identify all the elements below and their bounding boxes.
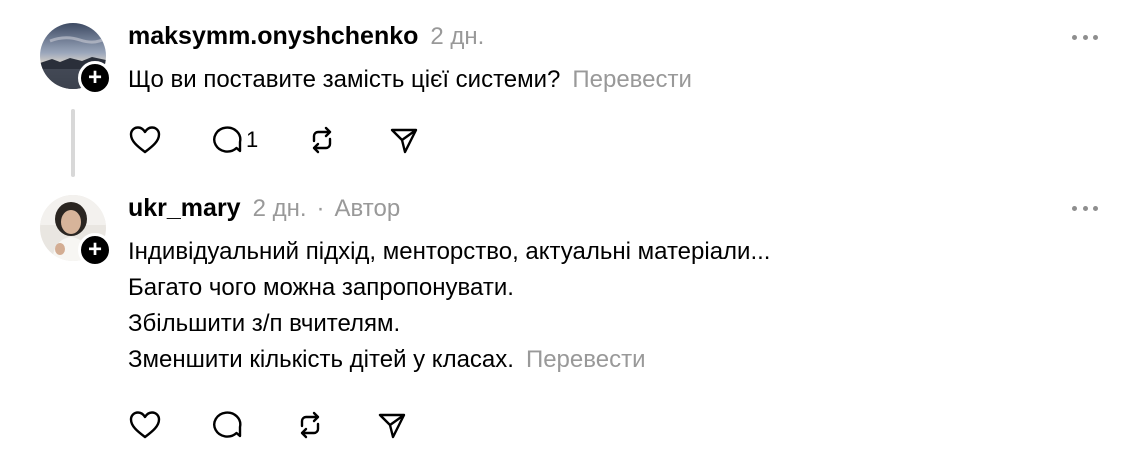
post-text: Індивідуальний підхід, менторство, актуа… — [128, 234, 770, 378]
post: + maksymm.onyshchenko 2 дн. Що ви постав… — [0, 0, 1138, 180]
follow-plus-icon[interactable]: + — [78, 61, 112, 95]
action-bar — [128, 409, 408, 441]
like-button[interactable] — [128, 124, 162, 156]
comment-icon — [213, 126, 242, 153]
heart-icon — [129, 126, 161, 154]
post-text-line: Індивідуальний підхід, менторство, актуа… — [128, 238, 771, 265]
timestamp[interactable]: 2 дн. — [253, 195, 307, 223]
thread-line — [71, 109, 75, 177]
repost-icon — [300, 411, 320, 439]
more-options-icon[interactable] — [1072, 32, 1098, 42]
more-options-icon[interactable] — [1072, 203, 1098, 213]
post-text-line: Що ви поставите замість цієї системи? Пер… — [128, 66, 692, 93]
action-bar: 1 — [128, 124, 420, 156]
author-label: Автор — [334, 195, 401, 222]
heart-icon — [129, 411, 161, 439]
repost-button[interactable] — [306, 124, 338, 156]
follow-plus-icon[interactable]: + — [78, 233, 112, 267]
post-header: maksymm.onyshchenko 2 дн. — [128, 22, 484, 51]
repost-icon — [313, 126, 332, 154]
separator-dot: · — [316, 195, 325, 222]
avatar-container: + — [40, 23, 112, 95]
share-button[interactable] — [376, 409, 408, 441]
translate-link[interactable]: Перевести — [526, 346, 646, 373]
translate-link[interactable]: Перевести — [572, 66, 692, 93]
reply-count: 1 — [246, 127, 259, 152]
timestamp[interactable]: 2 дн. — [430, 23, 484, 51]
share-button[interactable] — [388, 124, 420, 156]
reply-button[interactable]: 1 — [212, 124, 258, 156]
post-text-line: Багато чого можна запропонувати. — [128, 274, 514, 301]
send-icon — [378, 413, 406, 439]
send-icon — [391, 128, 418, 154]
comment-icon — [213, 411, 242, 438]
reply-button[interactable] — [212, 409, 244, 441]
username[interactable]: ukr_mary — [128, 194, 241, 223]
like-button[interactable] — [128, 409, 162, 441]
avatar-container: + — [40, 195, 112, 267]
post-text-line: Збільшити з/п вчителям. — [128, 310, 401, 337]
post-text-line: Зменшити кількість дітей у класах. Переве… — [128, 346, 646, 373]
post-text: Що ви поставите замість цієї системи? Пер… — [128, 62, 692, 98]
repost-button[interactable] — [294, 409, 326, 441]
post-header: ukr_mary 2 дн. · Автор — [128, 194, 400, 223]
post: + ukr_mary 2 дн. · Автор Індивідуальний … — [0, 180, 1138, 462]
username[interactable]: maksymm.onyshchenko — [128, 22, 418, 51]
